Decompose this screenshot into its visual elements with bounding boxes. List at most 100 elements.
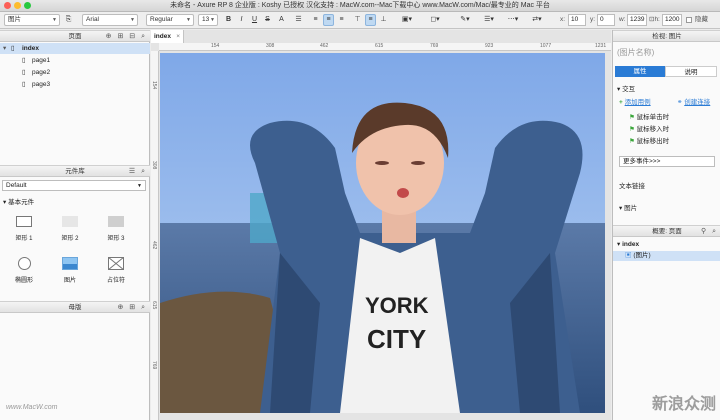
font-family-select[interactable]: Arial ▼ <box>82 14 138 26</box>
page-item-page2[interactable]: ▯ page2 <box>0 67 150 78</box>
event-icon: ⚑ <box>629 138 637 145</box>
vertical-ruler[interactable]: 154 308 462 615 769 <box>151 51 159 420</box>
page-label: page1 <box>32 57 51 64</box>
svg-text:YORK: YORK <box>365 293 429 318</box>
valign-bottom-icon[interactable]: ⊥ <box>378 14 389 26</box>
page-item-page3[interactable]: ▯ page3 <box>0 79 150 90</box>
inspector-header: 检视: 图片 <box>613 30 720 42</box>
h-field[interactable]: 1200 <box>662 14 682 26</box>
format-toolbar: 图片 ▼ ⎘ Arial ▼ Regular ▼ 13 ▼ B I U S A ☰ ≡ … <box>0 12 720 29</box>
italic-button[interactable]: I <box>236 14 247 26</box>
line-color-icon[interactable]: ✎▾ <box>456 14 474 26</box>
watermark-right: 新浪众测 <box>651 396 716 413</box>
bullet-list-icon[interactable]: ☰ <box>293 14 304 26</box>
underline-button[interactable]: U <box>249 14 260 26</box>
tab-index[interactable]: index × <box>151 30 184 43</box>
style-icon[interactable]: ⎘ <box>63 14 74 26</box>
text-link-section[interactable]: 文本链接 <box>619 182 645 192</box>
widget-ellipse[interactable]: 椭圆形 <box>10 256 38 292</box>
hidden-label: 隐藏 <box>695 16 708 23</box>
font-size-select[interactable]: 13 ▼ <box>198 14 218 26</box>
library-select[interactable]: Default ▼ <box>2 180 146 191</box>
fill-color-icon[interactable]: ▣▾ <box>398 14 416 26</box>
h-lock-icon[interactable]: ⊡h: <box>649 14 660 26</box>
font-weight-select[interactable]: Regular ▼ <box>146 14 194 26</box>
masters-panel-header: 母版 ⊕ ⊞ ⌕ <box>0 301 150 313</box>
outline-root[interactable]: ▾ index <box>617 240 639 250</box>
widget-image[interactable]: 图片 <box>56 256 84 292</box>
placeholder-icon <box>108 257 124 270</box>
ellipse-icon <box>17 257 31 270</box>
outline-item-image[interactable]: ▣ (图片) <box>613 251 720 261</box>
event-icon: ⚑ <box>629 114 637 121</box>
page-icon: ▯ <box>22 57 26 64</box>
shadow-icon[interactable]: ◻▾ <box>426 14 444 26</box>
widget-rectangle-2[interactable]: 矩形 2 <box>56 214 84 250</box>
close-icon[interactable]: × <box>176 30 180 43</box>
inspector-tabs: 属性 说明 <box>615 66 717 77</box>
canvas-image-widget[interactable]: YORK CITY <box>160 53 605 413</box>
watermark-left: www.MacW.com <box>6 404 58 411</box>
page-item-page1[interactable]: ▯ page1 <box>0 55 150 66</box>
window-title: 未命名 - Axure RP 8 企业版 : Koshy 已授权 汉化支持 : … <box>170 2 550 9</box>
bold-button[interactable]: B <box>223 14 234 26</box>
masters-panel-icons[interactable]: ⊕ ⊞ ⌕ <box>117 302 147 313</box>
expand-arrow-icon[interactable]: ▾ <box>3 43 6 54</box>
more-events-select[interactable]: 更多事件>>> <box>619 156 715 167</box>
add-case-link[interactable]: + 添加用例 <box>619 98 651 108</box>
widget-rectangle-3[interactable]: 矩形 3 <box>102 214 130 250</box>
align-center-icon[interactable]: ≡ <box>323 14 334 26</box>
x-field[interactable]: 10 <box>568 14 586 26</box>
page-icon: ▯ <box>22 69 26 76</box>
y-field[interactable]: 0 <box>597 14 615 26</box>
pages-panel-header: 页面 ⊕ ⊞ ⊟ ⌕ <box>0 30 150 42</box>
outline-header: 概要: 页面 ⚲ ⌕ <box>613 225 720 237</box>
line-width-icon[interactable]: ☰▾ <box>480 14 498 26</box>
page-tree-root[interactable]: ▾ ▯ index <box>0 43 150 54</box>
text-color-icon[interactable]: A <box>276 14 287 26</box>
close-button[interactable] <box>4 2 11 9</box>
horizontal-ruler[interactable]: 154 308 462 615 769 923 1077 1231 <box>159 43 611 51</box>
image-icon <box>62 257 78 270</box>
event-mouseenter[interactable]: ⚑ 鼠标移入时 <box>629 125 669 135</box>
left-panels: 页面 ⊕ ⊞ ⊟ ⌕ ▾ ▯ index ▯ page1 ▯ page2 ▯ p… <box>0 30 150 420</box>
minimize-button[interactable] <box>14 2 21 9</box>
event-icon: ⚑ <box>629 126 637 133</box>
widget-type-select[interactable]: 图片 ▼ <box>4 14 60 26</box>
window-controls[interactable] <box>4 2 31 9</box>
align-left-icon[interactable]: ≡ <box>310 14 321 26</box>
tab-notes[interactable]: 说明 <box>665 66 717 77</box>
valign-top-icon[interactable]: ⊤ <box>352 14 363 26</box>
align-right-icon[interactable]: ≡ <box>336 14 347 26</box>
pages-panel-icons[interactable]: ⊕ ⊞ ⊟ ⌕ <box>106 31 147 42</box>
x-label: x: <box>560 16 566 23</box>
image-section[interactable]: ▾ 图片 <box>619 204 637 214</box>
page-label: page3 <box>32 81 51 88</box>
outline-panel-icons[interactable]: ⚲ ⌕ <box>701 226 718 237</box>
arrow-style-icon[interactable]: ⇄▾ <box>528 14 546 26</box>
widget-name-field[interactable]: (图片名称) <box>617 47 715 58</box>
rectangle-icon <box>16 216 32 227</box>
w-label: w: <box>619 16 626 23</box>
y-label: y: <box>590 16 596 23</box>
widget-placeholder[interactable]: 占位符 <box>102 256 130 292</box>
zoom-button[interactable] <box>24 2 31 9</box>
valign-middle-icon[interactable]: ≡ <box>365 14 376 26</box>
title-bar: 未命名 - Axure RP 8 企业版 : Koshy 已授权 汉化支持 : … <box>0 0 720 12</box>
hidden-checkbox[interactable] <box>686 17 692 23</box>
line-style-icon[interactable]: ⋯▾ <box>504 14 522 26</box>
svg-text:CITY: CITY <box>367 324 426 354</box>
interaction-section-title[interactable]: ▾ 交互 <box>617 85 635 95</box>
library-panel-icons[interactable]: ☰ ⌕ <box>129 166 147 177</box>
chevron-down-icon: ▼ <box>137 183 142 189</box>
event-mouseleave[interactable]: ⚑ 鼠标移出时 <box>629 137 669 147</box>
rectangle-icon <box>62 216 78 227</box>
widget-rectangle-1[interactable]: 矩形 1 <box>10 214 38 250</box>
event-onclick[interactable]: ⚑ 鼠标单击时 <box>629 113 669 123</box>
library-category[interactable]: ▾ 基本元件 <box>3 196 34 206</box>
w-field[interactable]: 1239 <box>627 14 647 26</box>
strike-button[interactable]: S <box>262 14 273 26</box>
tab-properties[interactable]: 属性 <box>615 66 665 77</box>
page-label: page2 <box>32 69 51 76</box>
create-link-button[interactable]: ⚭ 创建连接 <box>677 98 710 108</box>
